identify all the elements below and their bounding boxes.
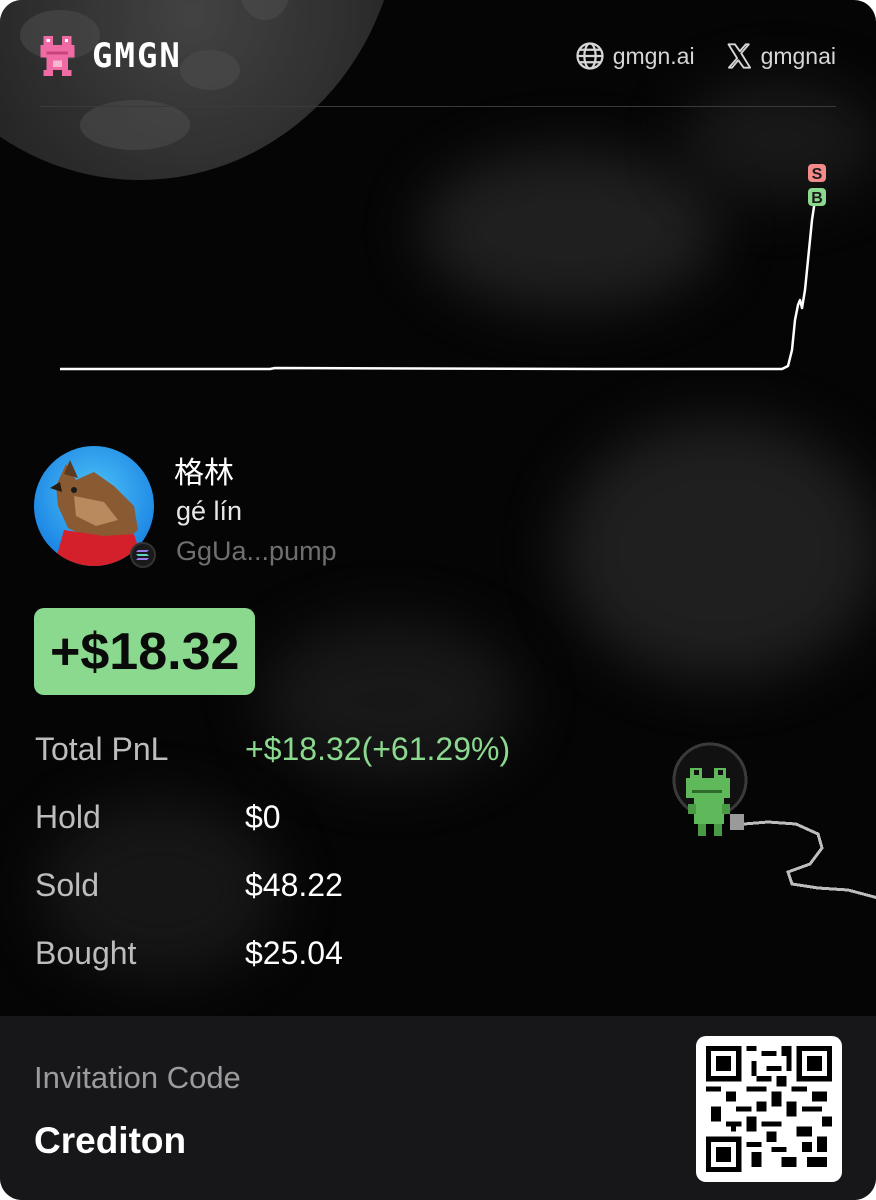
stat-label: Sold bbox=[35, 867, 100, 903]
token-subtitle: gé lín bbox=[176, 496, 243, 526]
qr-code-icon bbox=[706, 1046, 832, 1172]
twitter-link[interactable]: gmgnai bbox=[725, 42, 836, 70]
stat-label: Bought bbox=[35, 935, 137, 971]
qr-code[interactable] bbox=[696, 1036, 842, 1182]
stat-row-total-pnl: Total PnL +$18.32(+61.29%) bbox=[35, 725, 595, 793]
twitter-link-label: gmgnai bbox=[760, 42, 836, 69]
stat-row-sold: Sold $48.22 bbox=[35, 861, 595, 929]
invitation-code-label: Invitation Code bbox=[34, 1060, 241, 1095]
header-links: gmgn.ai gmgnai bbox=[575, 41, 836, 71]
website-link[interactable]: gmgn.ai bbox=[575, 41, 695, 71]
stat-value: $0 bbox=[245, 799, 281, 835]
token-info: 格林 gé lín GgUa...pump bbox=[34, 446, 534, 576]
stat-row-hold: Hold $0 bbox=[35, 793, 595, 861]
brand[interactable]: GMGN bbox=[40, 36, 182, 76]
brand-name: GMGN bbox=[92, 36, 182, 76]
svg-text:B: B bbox=[811, 190, 823, 207]
stat-label: Total PnL bbox=[35, 731, 169, 767]
stat-label: Hold bbox=[35, 799, 101, 835]
svg-text:S: S bbox=[812, 166, 823, 183]
token-address[interactable]: GgUa...pump bbox=[176, 536, 337, 567]
x-logo-icon bbox=[727, 43, 751, 69]
solana-icon bbox=[130, 542, 156, 568]
pink-frog-logo-icon bbox=[40, 36, 75, 76]
header: GMGN gmgn.ai gmgnai bbox=[40, 32, 836, 80]
pnl-share-card: GMGN gmgn.ai gmgnai S B 格林 gé lín GgUa..… bbox=[0, 0, 876, 1200]
invitation-code[interactable]: Crediton bbox=[34, 1120, 186, 1162]
pnl-badge: +$18.32 bbox=[34, 608, 256, 695]
pnl-stats: Total PnL +$18.32(+61.29%) Hold $0 Sold … bbox=[35, 725, 595, 997]
token-name: 格林 bbox=[174, 456, 234, 491]
sell-marker: S bbox=[808, 164, 826, 183]
invitation-footer: Invitation Code Crediton bbox=[0, 1016, 876, 1200]
header-divider bbox=[40, 106, 836, 107]
globe-icon bbox=[576, 42, 604, 70]
stat-value: $48.22 bbox=[245, 867, 343, 903]
stat-value: $25.04 bbox=[245, 935, 343, 971]
price-line bbox=[60, 199, 817, 371]
astronaut-frog-illustration bbox=[672, 742, 876, 900]
stat-value: +$18.32(+61.29%) bbox=[245, 731, 511, 767]
price-chart: S B bbox=[60, 164, 826, 371]
buy-marker: B bbox=[808, 188, 826, 207]
website-link-label: gmgn.ai bbox=[612, 42, 695, 69]
stat-row-bought: Bought $25.04 bbox=[35, 929, 595, 997]
